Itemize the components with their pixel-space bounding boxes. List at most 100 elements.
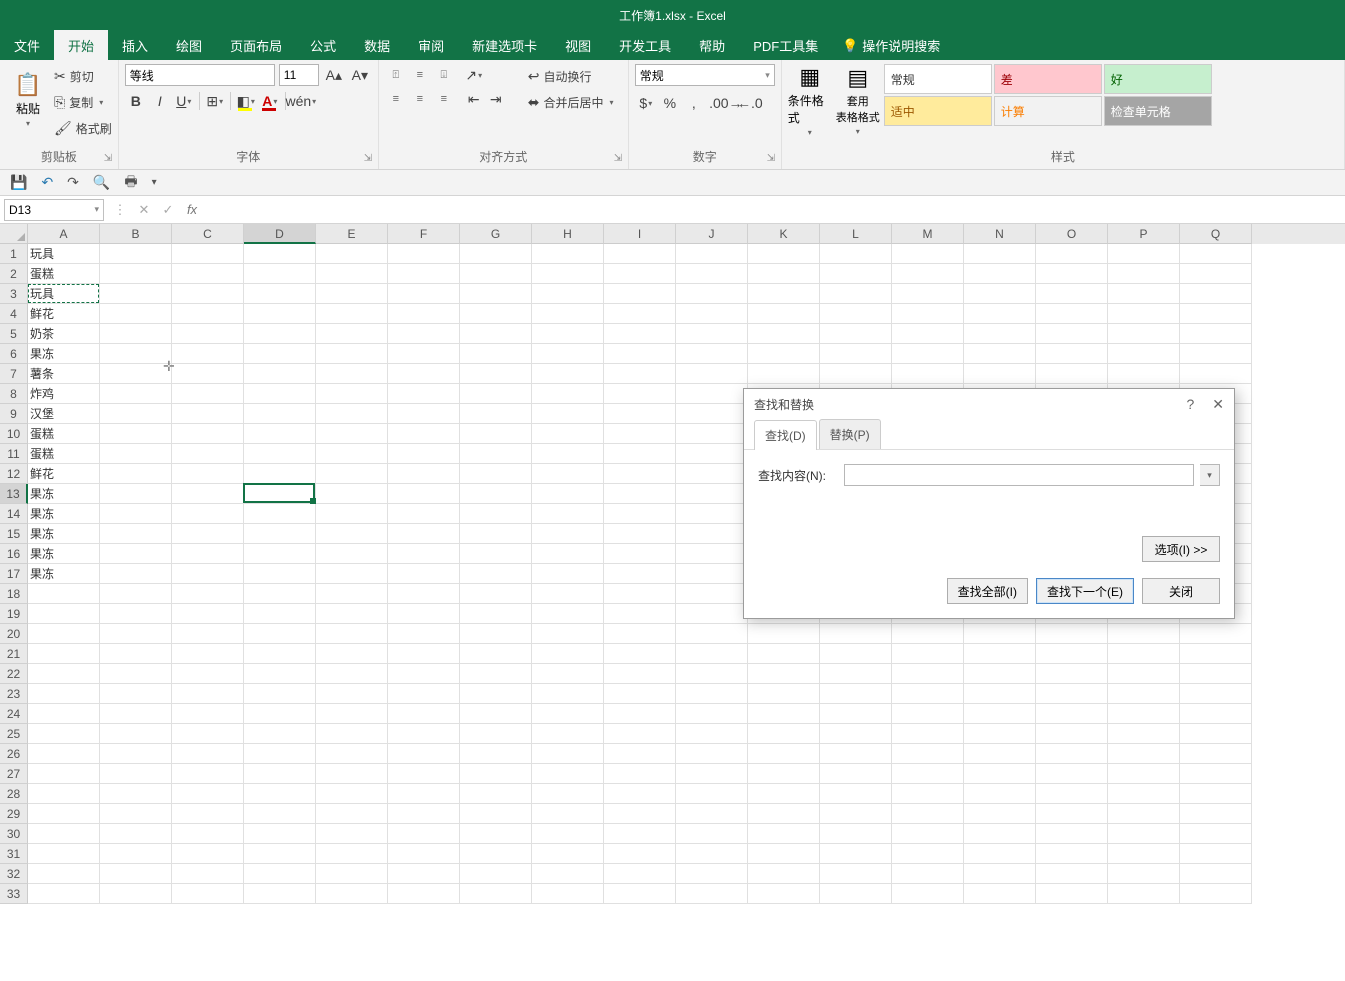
cell-I25[interactable]	[604, 724, 676, 744]
cell-G33[interactable]	[460, 884, 532, 904]
cell-D15[interactable]	[244, 524, 316, 544]
cell-G28[interactable]	[460, 784, 532, 804]
cell-F29[interactable]	[388, 804, 460, 824]
cell-B16[interactable]	[100, 544, 172, 564]
cell-I9[interactable]	[604, 404, 676, 424]
row-header-25[interactable]: 25	[0, 724, 28, 744]
cell-A2[interactable]: 蛋糕	[28, 264, 100, 284]
style-neutral[interactable]: 适中	[884, 96, 992, 126]
cell-D9[interactable]	[244, 404, 316, 424]
cell-E2[interactable]	[316, 264, 388, 284]
cell-I17[interactable]	[604, 564, 676, 584]
row-header-12[interactable]: 12	[0, 464, 28, 484]
cell-K5[interactable]	[748, 324, 820, 344]
cell-B25[interactable]	[100, 724, 172, 744]
cell-M6[interactable]	[892, 344, 964, 364]
row-header-5[interactable]: 5	[0, 324, 28, 344]
enter-icon[interactable]: ✓	[156, 202, 180, 218]
cell-C25[interactable]	[172, 724, 244, 744]
cell-C13[interactable]	[172, 484, 244, 504]
col-header-K[interactable]: K	[748, 224, 820, 244]
increase-decimal-icon[interactable]: .00→	[715, 92, 737, 114]
col-header-L[interactable]: L	[820, 224, 892, 244]
cell-A10[interactable]: 蛋糕	[28, 424, 100, 444]
cell-K33[interactable]	[748, 884, 820, 904]
cell-E32[interactable]	[316, 864, 388, 884]
cell-O23[interactable]	[1036, 684, 1108, 704]
cell-P30[interactable]	[1108, 824, 1180, 844]
cell-N33[interactable]	[964, 884, 1036, 904]
cell-B2[interactable]	[100, 264, 172, 284]
italic-button[interactable]: I	[149, 90, 171, 112]
cell-M5[interactable]	[892, 324, 964, 344]
tell-me-search[interactable]: 💡操作说明搜索	[842, 30, 940, 60]
cell-P26[interactable]	[1108, 744, 1180, 764]
cell-O25[interactable]	[1036, 724, 1108, 744]
cell-P6[interactable]	[1108, 344, 1180, 364]
cell-B29[interactable]	[100, 804, 172, 824]
cell-G2[interactable]	[460, 264, 532, 284]
fx-icon[interactable]: fx	[180, 202, 204, 217]
align-top-icon[interactable]: ⍐	[385, 64, 407, 86]
cell-B19[interactable]	[100, 604, 172, 624]
cell-A7[interactable]: 薯条	[28, 364, 100, 384]
cell-H15[interactable]	[532, 524, 604, 544]
cell-O2[interactable]	[1036, 264, 1108, 284]
col-header-F[interactable]: F	[388, 224, 460, 244]
cell-P1[interactable]	[1108, 244, 1180, 264]
cell-P25[interactable]	[1108, 724, 1180, 744]
cell-B11[interactable]	[100, 444, 172, 464]
cell-E22[interactable]	[316, 664, 388, 684]
find-all-button[interactable]: 查找全部(I)	[947, 578, 1028, 604]
align-right-icon[interactable]: ≡	[433, 88, 455, 110]
close-icon[interactable]: ✕	[1212, 396, 1224, 413]
cell-C16[interactable]	[172, 544, 244, 564]
cell-G18[interactable]	[460, 584, 532, 604]
row-header-33[interactable]: 33	[0, 884, 28, 904]
cell-H18[interactable]	[532, 584, 604, 604]
cell-J25[interactable]	[676, 724, 748, 744]
decrease-font-icon[interactable]: A▾	[349, 64, 371, 86]
find-dropdown-icon[interactable]: ▾	[1200, 464, 1220, 486]
save-icon[interactable]: 💾	[10, 174, 27, 191]
cell-O21[interactable]	[1036, 644, 1108, 664]
cell-M7[interactable]	[892, 364, 964, 384]
cell-C8[interactable]	[172, 384, 244, 404]
number-dialog-launcher[interactable]: ⇲	[767, 153, 779, 165]
row-header-30[interactable]: 30	[0, 824, 28, 844]
cell-O22[interactable]	[1036, 664, 1108, 684]
cell-L31[interactable]	[820, 844, 892, 864]
cell-P3[interactable]	[1108, 284, 1180, 304]
cell-H26[interactable]	[532, 744, 604, 764]
cell-D26[interactable]	[244, 744, 316, 764]
cell-G17[interactable]	[460, 564, 532, 584]
row-header-6[interactable]: 6	[0, 344, 28, 364]
cell-E17[interactable]	[316, 564, 388, 584]
cell-B18[interactable]	[100, 584, 172, 604]
cell-I13[interactable]	[604, 484, 676, 504]
cell-F10[interactable]	[388, 424, 460, 444]
row-header-20[interactable]: 20	[0, 624, 28, 644]
cell-O3[interactable]	[1036, 284, 1108, 304]
cell-J2[interactable]	[676, 264, 748, 284]
cell-N5[interactable]	[964, 324, 1036, 344]
cell-I2[interactable]	[604, 264, 676, 284]
percent-button[interactable]: %	[659, 92, 681, 114]
cell-H22[interactable]	[532, 664, 604, 684]
cell-J30[interactable]	[676, 824, 748, 844]
cell-styles-gallery[interactable]: 常规 差 好 适中 计算 检查单元格	[884, 64, 1212, 126]
cell-I18[interactable]	[604, 584, 676, 604]
cell-I19[interactable]	[604, 604, 676, 624]
cell-H17[interactable]	[532, 564, 604, 584]
col-header-G[interactable]: G	[460, 224, 532, 244]
cell-L7[interactable]	[820, 364, 892, 384]
cell-F26[interactable]	[388, 744, 460, 764]
cell-B32[interactable]	[100, 864, 172, 884]
cell-I11[interactable]	[604, 444, 676, 464]
cell-G29[interactable]	[460, 804, 532, 824]
cell-H20[interactable]	[532, 624, 604, 644]
cell-C32[interactable]	[172, 864, 244, 884]
cell-C24[interactable]	[172, 704, 244, 724]
cell-K26[interactable]	[748, 744, 820, 764]
cell-M33[interactable]	[892, 884, 964, 904]
